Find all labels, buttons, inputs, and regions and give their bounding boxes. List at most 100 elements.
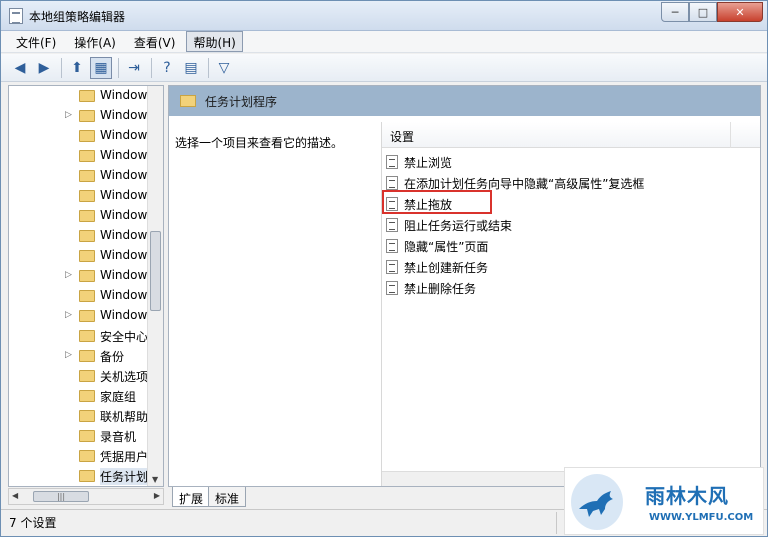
tree-item[interactable]: 凭据用户 — [9, 446, 163, 466]
folder-icon — [79, 470, 95, 482]
tree-horizontal-scrollbar[interactable]: ◀ ||| ▶ — [8, 488, 164, 505]
tree-item-label: Window — [100, 108, 148, 122]
setting-label: 在添加计划任务向导中隐藏“高级属性”复选框 — [404, 176, 645, 191]
tree-item-label: 安全中心 — [100, 330, 149, 344]
tree-item-label: Window — [100, 88, 148, 102]
tree-item[interactable]: Window — [9, 186, 163, 206]
folder-icon — [79, 250, 95, 262]
setting-label: 禁止创建新任务 — [404, 260, 489, 275]
properties-icon[interactable]: ▤ — [180, 57, 202, 79]
tree-item[interactable]: ▷ Window — [9, 266, 163, 286]
tree-item-label: Window — [100, 268, 148, 282]
help-icon[interactable]: ? — [156, 57, 178, 79]
setting-item[interactable]: 禁止浏览 — [386, 152, 452, 172]
folder-icon — [79, 170, 95, 182]
tree-item[interactable]: 关机选项 — [9, 366, 163, 386]
folder-icon — [79, 290, 95, 302]
tree-item-label: Window — [100, 208, 148, 222]
tree-item[interactable]: 任务计划 — [9, 466, 163, 486]
view-tabs: 扩展 标准 — [168, 487, 468, 509]
show-tree-icon[interactable]: ▦ — [90, 56, 112, 79]
tree-item[interactable]: 录音机 — [9, 426, 163, 446]
expand-arrow-icon[interactable]: ▷ — [65, 110, 72, 120]
highlight-box — [382, 190, 492, 214]
folder-icon — [79, 410, 95, 422]
policy-setting-icon — [386, 176, 398, 190]
tree-item[interactable]: ▷ Window — [9, 306, 163, 326]
tree-item[interactable]: 安全中心 — [9, 326, 163, 346]
maximize-button[interactable]: □ — [689, 2, 717, 22]
scroll-thumb[interactable] — [150, 231, 161, 311]
toolbar: ◀ ▶ ⬆ ▦ ⇥ ? ▤ ▽ — [1, 54, 767, 82]
setting-item[interactable]: 禁止创建新任务 — [386, 257, 488, 277]
setting-item[interactable]: 阻止任务运行或结束 — [386, 215, 512, 235]
policy-setting-icon — [386, 260, 398, 274]
menu-file[interactable]: 文件(F) — [9, 31, 63, 52]
menu-action[interactable]: 操作(A) — [67, 31, 123, 52]
tab-extended[interactable]: 扩展 — [172, 487, 211, 507]
tree-item-label: Window — [100, 168, 148, 182]
minimize-button[interactable]: ─ — [661, 2, 689, 22]
tree-pane: Window ▷ Window Window Window Window Window Win… — [8, 85, 164, 487]
folder-icon — [79, 370, 95, 382]
folder-icon — [79, 450, 95, 462]
filter-icon[interactable]: ▽ — [213, 57, 235, 79]
setting-item[interactable]: 隐藏“属性”页面 — [386, 236, 488, 256]
tree-item[interactable]: Window — [9, 226, 163, 246]
tree-item-label: Window — [100, 288, 148, 302]
policy-setting-icon — [386, 281, 398, 295]
up-folder-icon[interactable]: ⬆ — [66, 57, 88, 79]
tree-item-label: Window — [100, 248, 148, 262]
folder-icon — [180, 95, 196, 107]
forward-icon[interactable]: ▶ — [33, 57, 55, 79]
menu-bar: 文件(F) 操作(A) 查看(V) 帮助(H) — [1, 31, 767, 53]
tree-item[interactable]: 联机帮助 — [9, 406, 163, 426]
horse-logo-icon — [571, 474, 623, 530]
tree-item[interactable]: Window — [9, 86, 163, 106]
folder-icon — [79, 110, 95, 122]
setting-item[interactable]: 禁止删除任务 — [386, 278, 476, 298]
column-header[interactable]: 设置 — [382, 122, 760, 148]
tab-standard[interactable]: 标准 — [208, 487, 247, 507]
window: 本地组策略编辑器 ─ □ ✕ 文件(F) 操作(A) 查看(V) 帮助(H) ◀… — [0, 0, 768, 537]
tree-item[interactable]: Window — [9, 166, 163, 186]
scroll-thumb[interactable]: ||| — [33, 491, 89, 502]
scroll-down-icon[interactable]: ▼ — [152, 475, 158, 484]
tree-item[interactable]: ▷ 备份 — [9, 346, 163, 366]
folder-icon — [79, 130, 95, 142]
tree-item-label: 备份 — [100, 350, 125, 364]
tree-item-label: 任务计划 — [100, 468, 149, 485]
close-button[interactable]: ✕ — [717, 2, 763, 22]
tree-item-label: 录音机 — [100, 430, 137, 444]
setting-label: 禁止删除任务 — [404, 281, 477, 296]
tree-item[interactable]: 家庭组 — [9, 386, 163, 406]
folder-icon — [79, 270, 95, 282]
tree-item[interactable]: Window — [9, 146, 163, 166]
tree-item[interactable]: Window — [9, 126, 163, 146]
tree-item[interactable]: Window — [9, 206, 163, 226]
export-icon[interactable]: ⇥ — [123, 57, 145, 79]
watermark-title: 雨林木风 — [645, 484, 729, 508]
setting-label: 禁止浏览 — [404, 155, 453, 170]
tree-item-label: 凭据用户 — [100, 450, 149, 464]
expand-arrow-icon[interactable]: ▷ — [65, 310, 72, 320]
expand-arrow-icon[interactable]: ▷ — [65, 270, 72, 280]
title-bar: 本地组策略编辑器 ─ □ ✕ — [1, 1, 767, 31]
tree-vertical-scrollbar[interactable]: ▼ — [147, 86, 163, 486]
watermark-url: WWW.YLMFU.COM — [649, 512, 754, 523]
tree-item-label: 联机帮助 — [100, 410, 149, 424]
scroll-right-icon[interactable]: ▶ — [154, 491, 160, 500]
tree-item[interactable]: Window — [9, 286, 163, 306]
menu-help[interactable]: 帮助(H) — [186, 31, 243, 52]
scroll-left-icon[interactable]: ◀ — [12, 491, 18, 500]
setting-label: 阻止任务运行或结束 — [404, 218, 513, 233]
expand-arrow-icon[interactable]: ▷ — [65, 350, 72, 360]
folder-icon — [79, 150, 95, 162]
app-icon — [9, 8, 23, 24]
pane-header-title: 任务计划程序 — [205, 95, 278, 109]
tree-item[interactable]: Window — [9, 246, 163, 266]
tree-item[interactable]: ▷ Window — [9, 106, 163, 126]
back-icon[interactable]: ◀ — [9, 57, 31, 79]
setting-label: 隐藏“属性”页面 — [404, 239, 489, 254]
menu-view[interactable]: 查看(V) — [127, 31, 183, 52]
